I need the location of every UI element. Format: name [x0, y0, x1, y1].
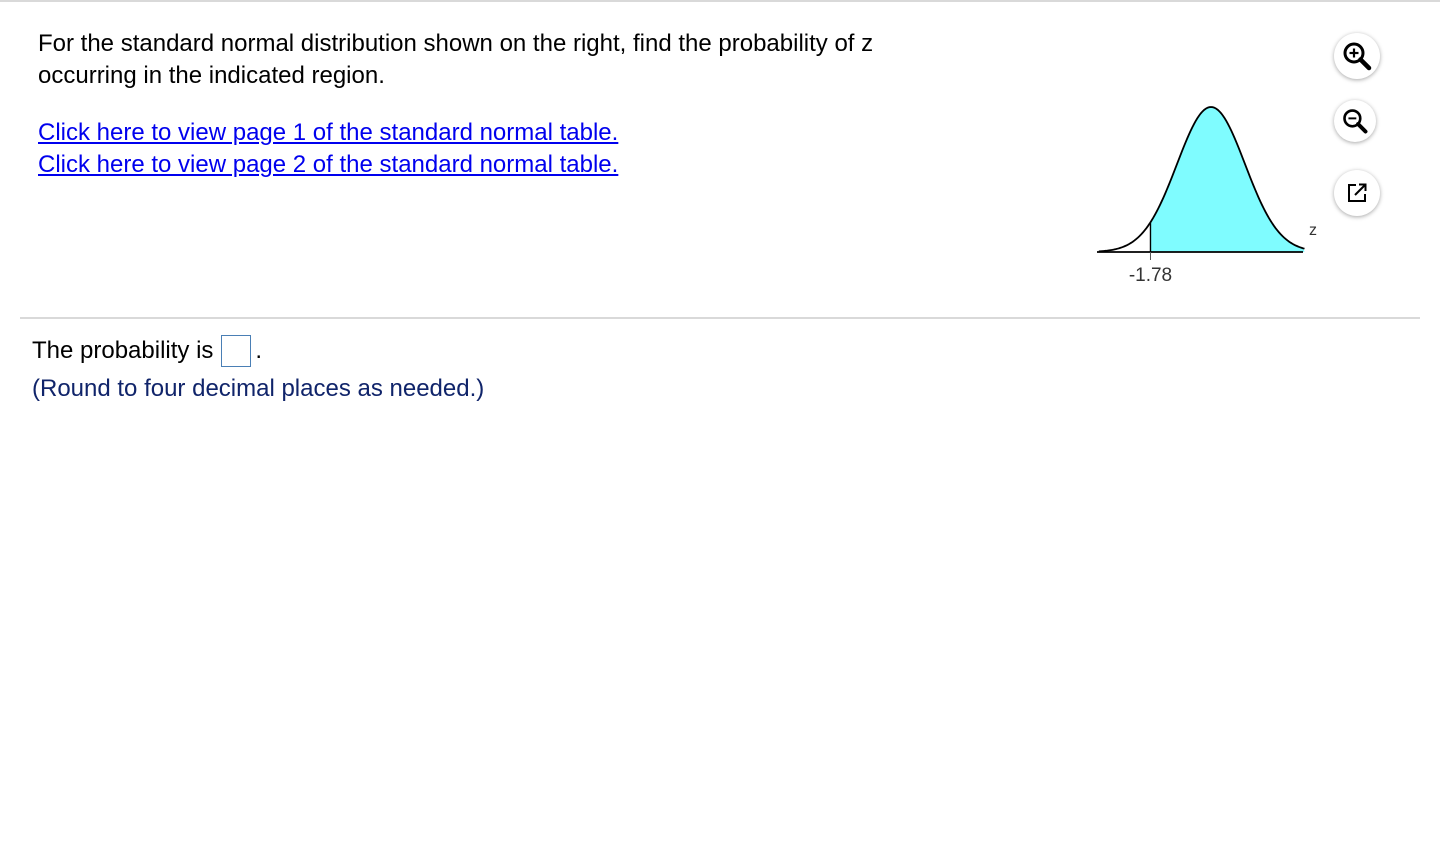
- normal-table-page2-link[interactable]: Click here to view page 2 of the standar…: [38, 149, 618, 181]
- z-axis-label: z: [1309, 222, 1317, 239]
- table-links: Click here to view page 1 of the standar…: [38, 117, 618, 181]
- popout-icon: [1348, 183, 1367, 202]
- answer-suffix: .: [255, 337, 263, 364]
- zoom-out-icon: [1343, 109, 1368, 134]
- answer-prefix: The probability is: [32, 337, 214, 364]
- normal-table-page1-link[interactable]: Click here to view page 1 of the standar…: [38, 117, 618, 149]
- popout-button[interactable]: [1334, 170, 1380, 216]
- question-text: For the standard normal distribution sho…: [38, 30, 874, 89]
- shaded-region: [1150, 107, 1305, 252]
- probability-answer-input[interactable]: [221, 335, 252, 367]
- question-page: For the standard normal distribution sho…: [0, 0, 1440, 862]
- normal-curve-graph: -1.78 z: [1097, 106, 1317, 286]
- rounding-hint: (Round to four decimal places as needed.…: [32, 375, 485, 402]
- top-divider: [0, 0, 1440, 2]
- zoom-in-icon: [1343, 42, 1372, 71]
- section-divider: [20, 317, 1420, 319]
- boundary-value-label: -1.78: [1129, 265, 1172, 286]
- zoom-in-button[interactable]: [1334, 33, 1380, 79]
- answer-line: The probability is .: [32, 333, 262, 369]
- zoom-out-button[interactable]: [1334, 100, 1376, 142]
